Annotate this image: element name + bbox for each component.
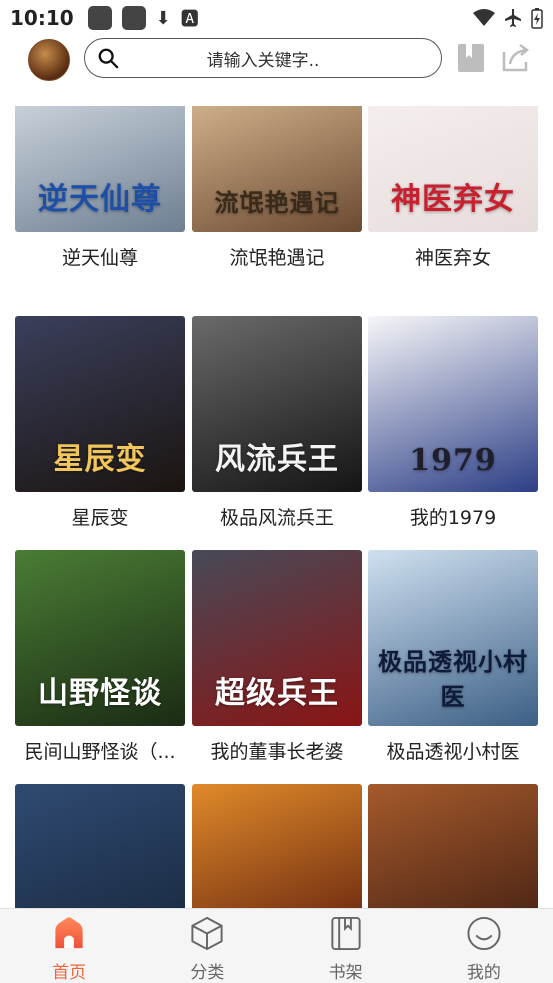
download-icon: ⬇ [155, 7, 171, 29]
tab-home[interactable]: 首页 [0, 909, 138, 983]
tab-label: 书架 [328, 963, 363, 983]
book-cover-text: 超级兵王 [215, 676, 339, 711]
airplane-icon [505, 9, 521, 27]
category-cube-icon [191, 916, 223, 951]
book-card[interactable]: 逆天仙尊 逆天仙尊 [15, 106, 185, 270]
book-title[interactable]: 我的1979 [368, 503, 538, 530]
search-placeholder[interactable]: 请输入关键字.. [119, 46, 407, 71]
book-card[interactable]: 超级兵王我的董事长老婆 [192, 550, 362, 764]
bookshelf-icon [331, 916, 361, 951]
top-header: 请输入关键字.. [0, 36, 553, 106]
book-cover-text: 山野怪谈 [38, 676, 162, 711]
book-card[interactable]: 极品透视小村医 极品透视小村医 [368, 550, 538, 764]
book-card[interactable]: 风流兵王极品风流兵王 [192, 316, 362, 530]
book-cover-text: 流氓艳遇记 [214, 188, 340, 217]
search-icon [98, 48, 119, 69]
book-card[interactable]: 流氓艳遇记 流氓艳遇记 [192, 106, 362, 270]
book-card[interactable]: 神医弃女 神医弃女 [368, 106, 538, 270]
tab-label: 首页 [52, 963, 87, 983]
book-card[interactable]: 三国之 [192, 784, 362, 908]
book-cover-text: 风流兵王 [215, 442, 339, 477]
status-bar: 10:10 ⬇ 🅰 [0, 0, 553, 36]
book-card[interactable]: 山野怪谈民间山野怪谈（... [15, 550, 185, 764]
book-cover[interactable] [15, 784, 185, 908]
profile-smile-icon [467, 916, 501, 951]
search-bar[interactable]: 请输入关键字.. [84, 38, 442, 78]
book-title[interactable]: 神医弃女 [368, 243, 538, 270]
book-cover[interactable]: 武動乾坤 [368, 784, 538, 908]
book-title[interactable]: 民间山野怪谈（... [15, 737, 185, 764]
tab-bookshelf[interactable]: 书架 [277, 909, 415, 983]
book-title[interactable]: 流氓艳遇记 [192, 243, 362, 270]
book-grid-viewport[interactable]: 逆天仙尊 逆天仙尊 流氓艳遇记 流氓艳遇记 神医弃女 神医弃女 星辰变 星辰变 风流兵王 极品风流… [0, 106, 553, 908]
book-title[interactable]: 我的董事长老婆 [192, 737, 362, 764]
battery-icon [531, 8, 543, 29]
book-cover[interactable]: 风流兵王 [192, 316, 362, 492]
status-time: 10:10 [10, 6, 74, 30]
book-cover[interactable]: 山野怪谈 [15, 550, 185, 726]
book-title[interactable]: 星辰变 [15, 503, 185, 530]
tab-category[interactable]: 分类 [138, 909, 276, 983]
bookmark-icon[interactable] [456, 42, 486, 74]
tab-label: 我的 [466, 963, 501, 983]
book-cover-text: 神医弃女 [391, 182, 515, 217]
book-cover[interactable]: 1979 [368, 316, 538, 492]
book-cover[interactable]: 流氓艳遇记 [192, 106, 362, 232]
keyboard-icon: 🅰 [180, 9, 199, 30]
book-title[interactable]: 极品透视小村医 [368, 737, 538, 764]
book-cover-text: 逆天仙尊 [38, 182, 162, 217]
book-cover[interactable]: 三国之 [192, 784, 362, 908]
book-card[interactable]: 武動乾坤 [368, 784, 538, 908]
book-title[interactable]: 极品风流兵王 [192, 503, 362, 530]
book-card[interactable]: 1979 我的1979 [368, 316, 538, 530]
notification-icon [87, 6, 112, 30]
book-title[interactable]: 逆天仙尊 [15, 243, 185, 270]
book-card[interactable]: 星辰变 星辰变 [15, 316, 185, 530]
tab-label: 分类 [190, 963, 225, 983]
book-cover-text: 1979 [409, 443, 497, 478]
home-icon [55, 917, 83, 949]
share-icon[interactable] [500, 42, 530, 74]
avatar[interactable] [28, 39, 70, 81]
book-card[interactable] [15, 784, 185, 908]
book-cover[interactable]: 极品透视小村医 [368, 550, 538, 726]
wifi-icon [473, 9, 495, 26]
book-cover-text: 星辰变 [53, 442, 147, 477]
notification-icon [121, 6, 146, 30]
tab-profile[interactable]: 我的 [415, 909, 553, 983]
book-cover[interactable]: 星辰变 [15, 316, 185, 492]
book-cover[interactable]: 逆天仙尊 [15, 106, 185, 232]
bottom-tab-bar: 首页 分类 书架 我的 [0, 908, 553, 983]
book-cover[interactable]: 超级兵王 [192, 550, 362, 726]
book-cover[interactable]: 神医弃女 [368, 106, 538, 232]
book-cover-text: 极品透视小村医 [378, 647, 528, 711]
